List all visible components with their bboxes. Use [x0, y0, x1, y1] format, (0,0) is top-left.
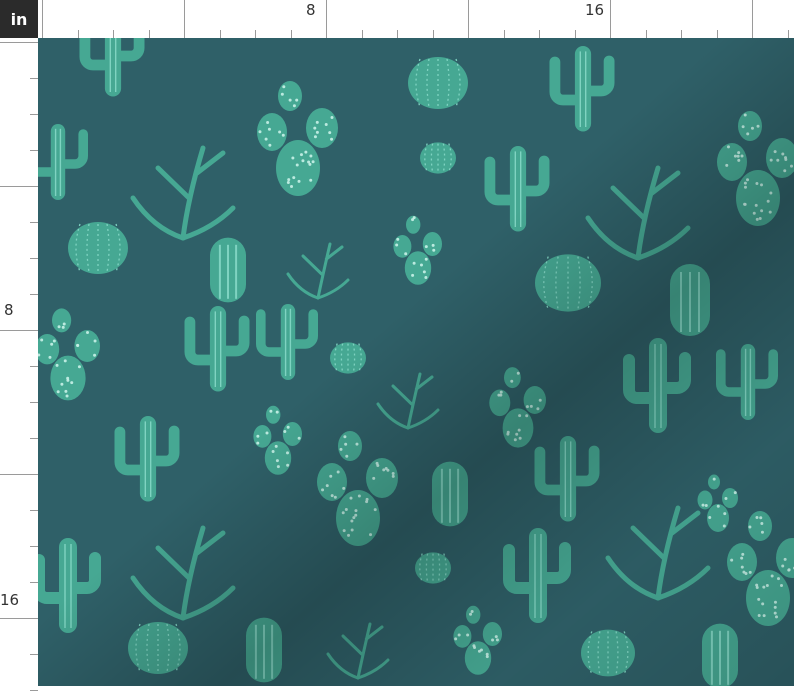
ruler-tick [30, 546, 38, 547]
ruler-tick [503, 30, 505, 38]
ruler-tick [30, 582, 38, 583]
top-ruler-label-8: 8 [306, 1, 316, 19]
top-ruler: 8 16 [38, 0, 794, 39]
ruler-tick [30, 222, 38, 223]
ruler-tick [290, 30, 292, 38]
fabric-fold-shadow [38, 38, 794, 686]
ruler-tick [716, 30, 718, 38]
ruler-tick [610, 0, 611, 38]
ruler-tick [30, 654, 38, 655]
ruler-tick [30, 114, 38, 115]
ruler-tick [30, 438, 38, 439]
ruler-tick [148, 30, 150, 38]
ruler-tick [397, 30, 398, 38]
ruler-tick [432, 30, 434, 38]
ruler-tick [219, 30, 221, 38]
ruler-tick [326, 0, 327, 38]
ruler-tick [0, 330, 38, 331]
ruler-tick [0, 474, 38, 475]
ruler-tick [361, 30, 363, 38]
ruler-tick [113, 30, 114, 38]
ruler-tick [42, 0, 43, 38]
ruler-tick [30, 78, 38, 79]
ruler-tick [539, 30, 540, 38]
top-ruler-label-16: 16 [585, 1, 605, 19]
ruler-tick [574, 30, 576, 38]
ruler-tick [0, 186, 38, 187]
fabric-swatch [38, 38, 794, 686]
unit-selector[interactable]: in [0, 0, 38, 38]
ruler-tick [30, 510, 38, 511]
ruler-tick [645, 30, 647, 38]
ruler-tick [0, 42, 38, 43]
ruler-tick [184, 0, 185, 38]
ruler-tick [468, 0, 469, 38]
ruler-tick [787, 30, 789, 38]
ruler-tick [30, 402, 38, 403]
ruler-tick [0, 618, 38, 619]
ruler-tick [30, 150, 38, 151]
ruler-tick [752, 0, 753, 38]
ruler-tick [255, 30, 256, 38]
ruler-tick [681, 30, 682, 38]
ruler-tick [30, 294, 38, 295]
left-ruler-label-16: 16 [0, 591, 20, 609]
ruler-tick [77, 30, 79, 38]
left-ruler-label-8: 8 [4, 301, 14, 319]
ruler-tick [30, 366, 38, 367]
ruler-tick [30, 258, 38, 259]
left-ruler: 8 16 [0, 38, 39, 691]
cactus-pattern [38, 38, 794, 686]
